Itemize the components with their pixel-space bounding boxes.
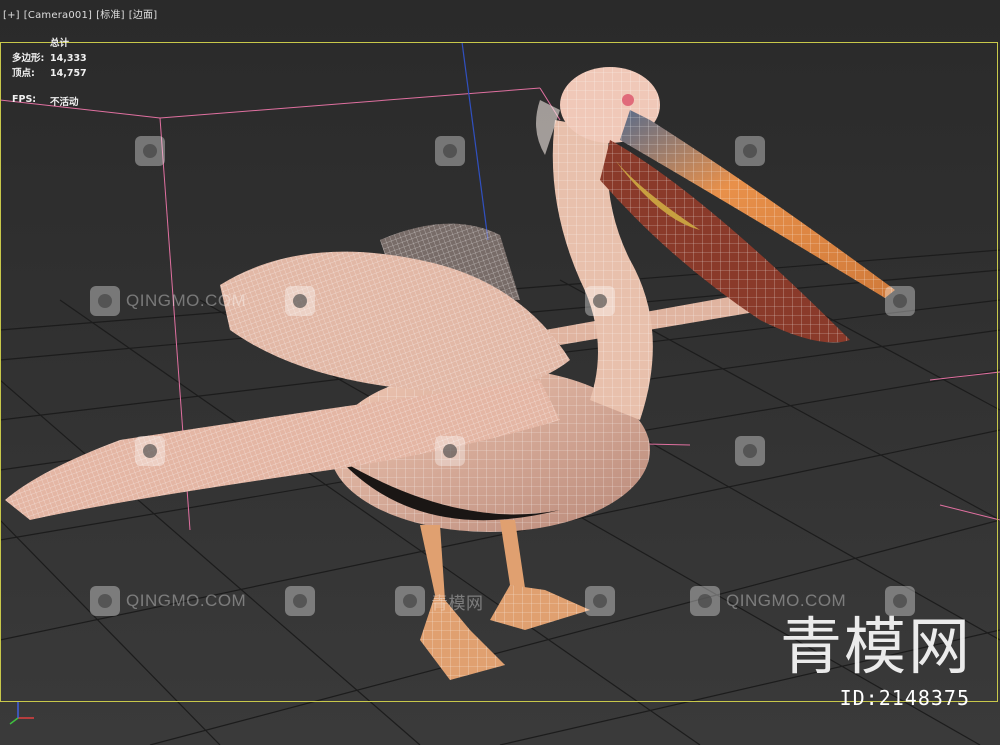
viewport-shading-menu[interactable]: [标准] (96, 10, 125, 21)
axis-gizmo-icon (9, 702, 34, 725)
stats-header: 总计 (50, 38, 70, 49)
fps-value: 不活动 (50, 97, 79, 108)
watermark: QINGMO.COM (90, 586, 246, 616)
watermark-logo-icon (90, 286, 120, 316)
watermark-logo-icon (435, 136, 465, 166)
watermark-cn: 青模网 (395, 586, 484, 616)
brand-watermark: 青模网 (779, 610, 972, 683)
watermark-logo-icon (90, 586, 120, 616)
watermark-logo-icon (690, 586, 720, 616)
watermark-cn-text: 青模网 (431, 593, 484, 613)
viewport[interactable]: [+] [Camera001] [标准] [边面] 总计 多边形: 14,333 顶点… (0, 0, 1000, 745)
stats-polygons-label: 多边形: (12, 53, 45, 64)
watermark-logo-icon (735, 436, 765, 466)
model-id: ID:2148375 (839, 686, 970, 710)
fps-label: FPS: (12, 94, 37, 105)
stats-vertices-value: 14,757 (50, 68, 87, 79)
statistics-overlay: 总计 多边形: 14,333 顶点: 14,757 (12, 36, 87, 81)
watermark-logo-icon (395, 586, 425, 616)
stats-polygons-value: 14,333 (50, 53, 87, 64)
z-axis-line (461, 41, 489, 241)
watermark-logo-icon (585, 286, 615, 316)
watermark-logo-icon (135, 436, 165, 466)
watermark-text: QINGMO.COM (126, 291, 247, 310)
stats-polygons-row: 多边形: 14,333 (12, 51, 87, 66)
fps-overlay: FPS: 不活动 (12, 94, 79, 108)
viewport-plus-menu[interactable]: [+] (3, 10, 20, 21)
watermark-logo-icon (735, 136, 765, 166)
watermark: QINGMO.COM (90, 286, 246, 316)
viewport-camera-menu[interactable]: [Camera001] (24, 10, 92, 21)
watermark-logo-icon (585, 586, 615, 616)
watermark-logo-icon (285, 286, 315, 316)
watermark-logo-icon (135, 136, 165, 166)
viewport-label-menu[interactable]: [+] [Camera001] [标准] [边面] (3, 6, 161, 21)
watermark-logo-icon (885, 286, 915, 316)
stats-vertices-label: 顶点: (12, 68, 35, 79)
viewport-edges-menu[interactable]: [边面] (129, 10, 158, 21)
stats-vertices-row: 顶点: 14,757 (12, 66, 87, 81)
eye (622, 94, 634, 106)
watermark-logo-icon (435, 436, 465, 466)
watermark-logo-icon (285, 586, 315, 616)
watermark-text: QINGMO.COM (126, 591, 247, 610)
